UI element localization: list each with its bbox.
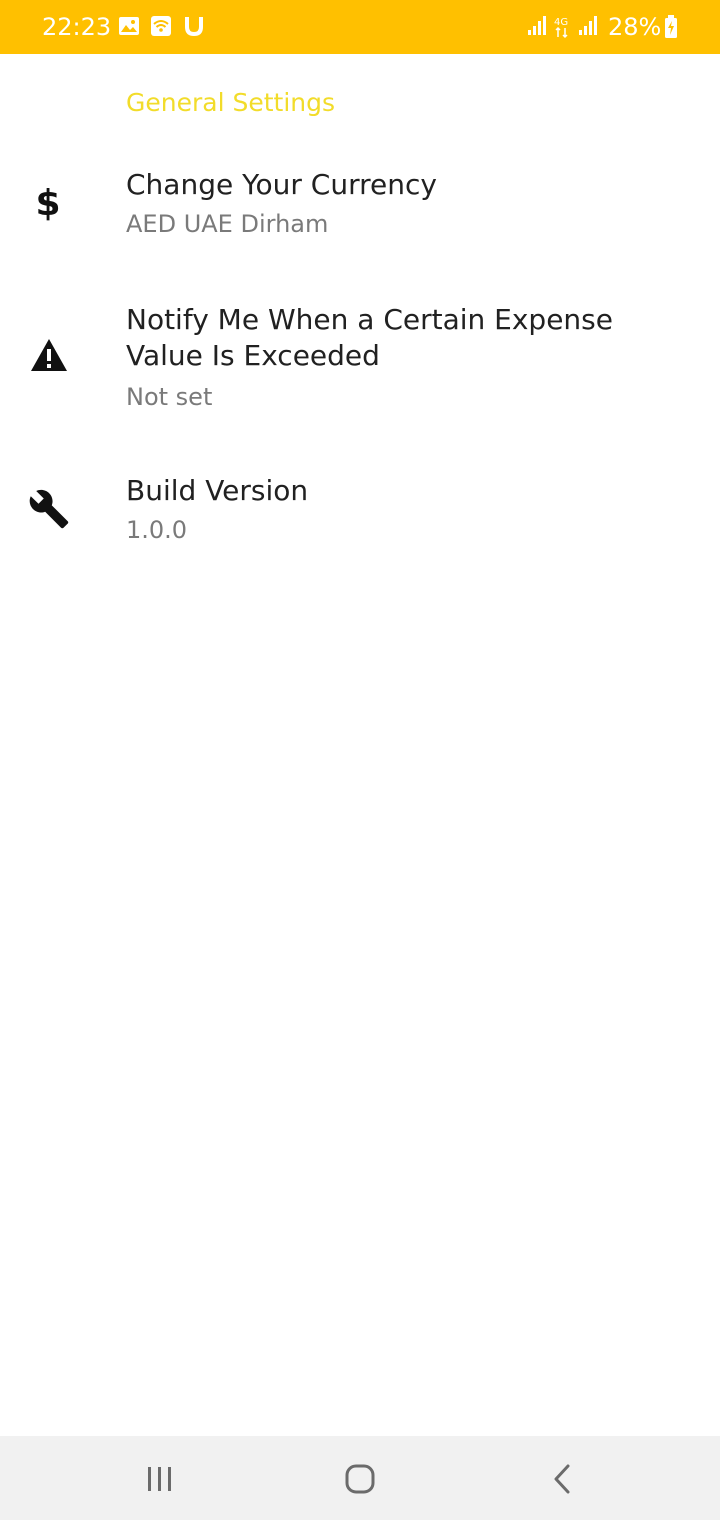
battery-percentage: 28%	[608, 13, 662, 41]
navigation-bar	[0, 1436, 720, 1520]
recents-icon[interactable]	[142, 1458, 178, 1498]
home-icon[interactable]	[340, 1458, 380, 1498]
pref-change-currency[interactable]: $ Change Your Currency AED UAE Dirham	[0, 150, 720, 260]
dollar-icon: $	[35, 183, 60, 222]
pref-summary: Not set	[126, 383, 213, 411]
warning-icon	[31, 339, 67, 371]
back-icon[interactable]	[544, 1458, 580, 1498]
wrench-icon	[29, 489, 69, 529]
pref-title: Change Your Currency	[126, 168, 437, 201]
pref-title: Notify Me When a Certain Expense Value I…	[126, 303, 613, 372]
pref-title: Build Version	[126, 474, 309, 507]
status-time: 22:23	[42, 13, 112, 41]
4g-icon: 4G	[554, 17, 568, 39]
pref-expense-notification[interactable]: Notify Me When a Certain Expense Value I…	[0, 285, 720, 435]
battery-charging-icon	[665, 15, 677, 38]
pref-summary: AED UAE Dirham	[126, 210, 329, 238]
pref-build-version[interactable]: Build Version 1.0.0	[0, 456, 720, 566]
wifi-icon	[151, 16, 171, 36]
svg-text:$: $	[35, 183, 60, 222]
gallery-icon	[119, 17, 139, 35]
signal-icon	[579, 16, 597, 35]
section-header-general-settings: General Settings	[126, 88, 336, 117]
u-app-icon	[185, 17, 203, 37]
status-bar: 22:23 4G 28%	[0, 0, 720, 54]
settings-screen: 22:23 4G 28% General Settings $ Change Y…	[0, 0, 720, 1520]
svg-text:4G: 4G	[554, 17, 568, 28]
pref-summary: 1.0.0	[126, 516, 188, 544]
signal-icon	[528, 16, 546, 35]
